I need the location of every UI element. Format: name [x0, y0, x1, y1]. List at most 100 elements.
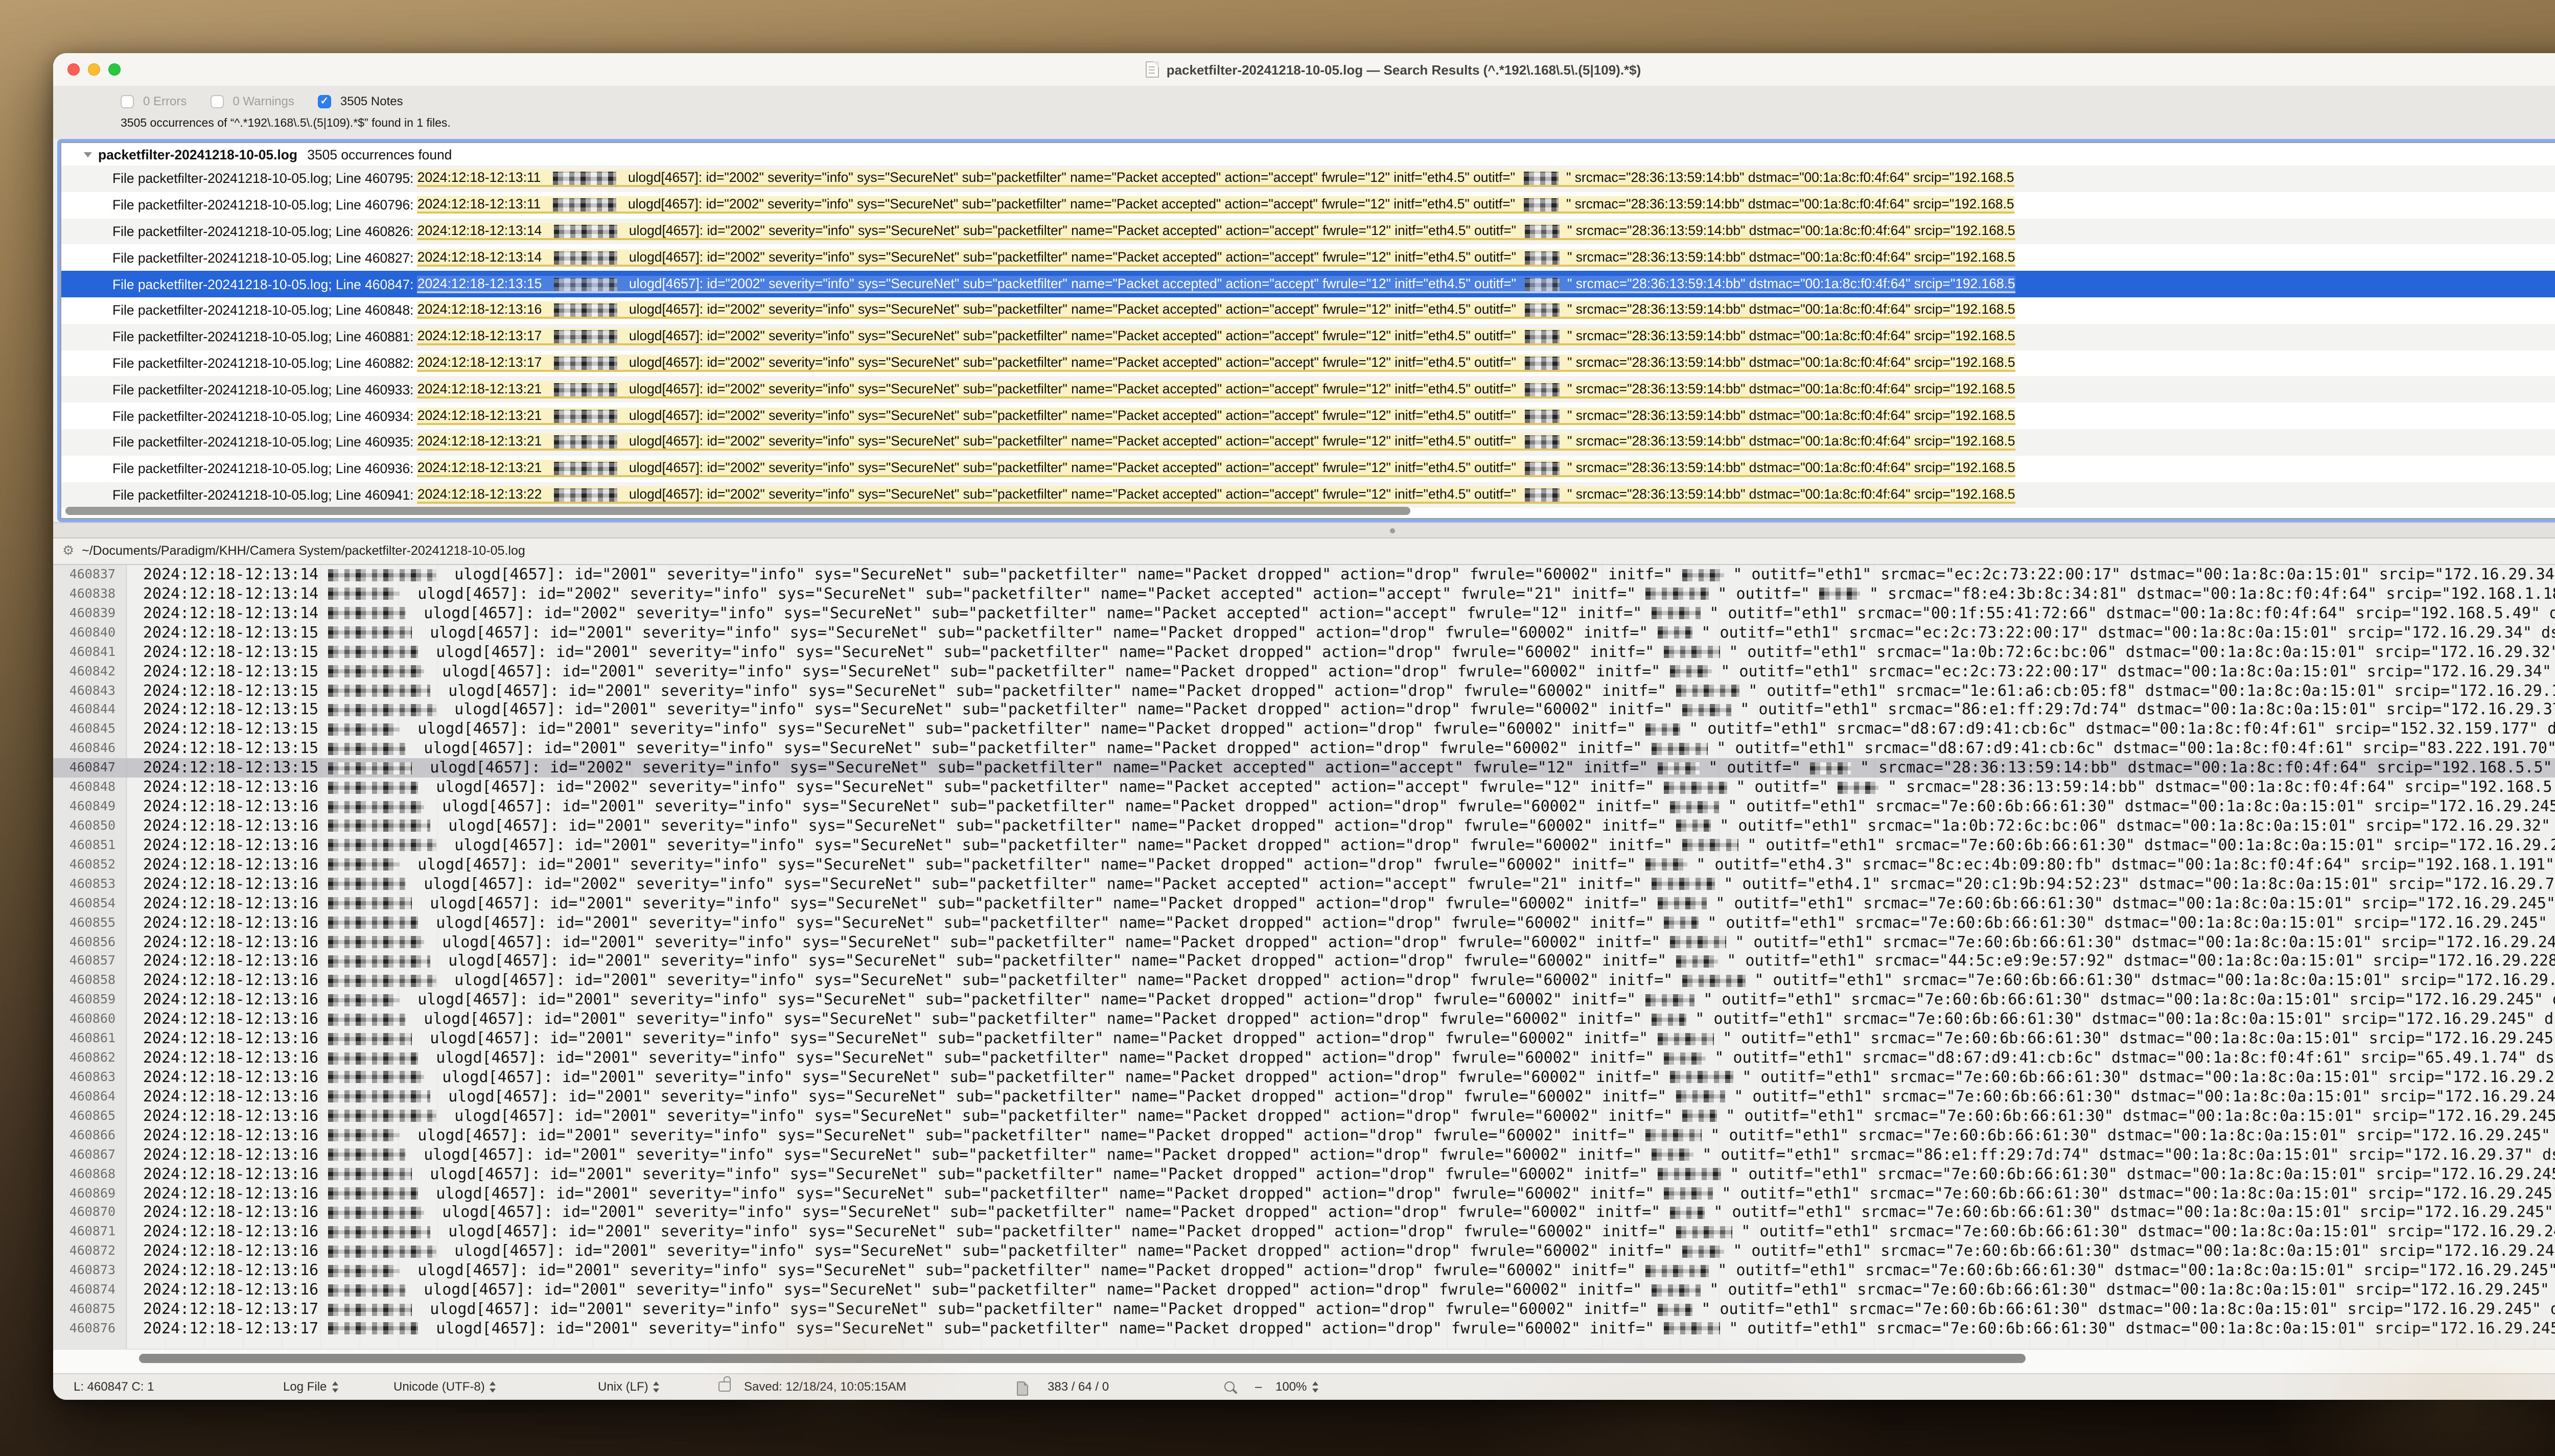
redacted-interface: [1663, 1052, 1705, 1064]
log-line[interactable]: 4608702024:12:18-12:13:16 ulogd[4657]: i…: [53, 1203, 2555, 1223]
result-row[interactable]: File packetfilter-20241218-10-05.log; Li…: [61, 218, 2555, 245]
result-row[interactable]: File packetfilter-20241218-10-05.log; Li…: [61, 271, 2555, 297]
notes-checkbox[interactable]: ✓: [318, 95, 331, 108]
log-line[interactable]: 4608482024:12:18-12:13:16 ulogd[4657]: i…: [53, 778, 2555, 797]
result-row[interactable]: File packetfilter-20241218-10-05.log; Li…: [61, 245, 2555, 271]
result-row-match: 2024:12:18-12:13:11 ulogd[4657]: id="200…: [417, 196, 2014, 214]
log-line[interactable]: 4608432024:12:18-12:13:15 ulogd[4657]: i…: [53, 681, 2555, 700]
log-line[interactable]: 4608742024:12:18-12:13:16 ulogd[4657]: i…: [53, 1280, 2555, 1300]
result-row[interactable]: File packetfilter-20241218-10-05.log; Li…: [61, 403, 2555, 429]
log-line[interactable]: 4608632024:12:18-12:13:16 ulogd[4657]: i…: [53, 1068, 2555, 1087]
log-line-text: 2024:12:18-12:13:15 ulogd[4657]: id="200…: [143, 700, 2555, 720]
log-line-text: 2024:12:18-12:13:16 ulogd[4657]: id="200…: [143, 797, 2555, 816]
log-line[interactable]: 4608512024:12:18-12:13:16 ulogd[4657]: i…: [53, 836, 2555, 855]
zoom-popup[interactable]: 100%: [1275, 1379, 1319, 1394]
close-button[interactable]: [67, 63, 80, 76]
gear-icon[interactable]: ⚙: [62, 543, 74, 559]
log-line[interactable]: 4608452024:12:18-12:13:15 ulogd[4657]: i…: [53, 720, 2555, 739]
result-row[interactable]: File packetfilter-20241218-10-05.log; Li…: [61, 324, 2555, 350]
encoding-popup[interactable]: Unicode (UTF-8): [393, 1379, 497, 1394]
result-row[interactable]: File packetfilter-20241218-10-05.log; Li…: [61, 456, 2555, 482]
warnings-label[interactable]: 0 Warnings: [233, 94, 294, 108]
log-line[interactable]: 4608642024:12:18-12:13:16 ulogd[4657]: i…: [53, 1087, 2555, 1107]
errors-checkbox[interactable]: [121, 95, 134, 108]
result-row[interactable]: File packetfilter-20241218-10-05.log; Li…: [61, 350, 2555, 377]
redacted-host: [328, 1110, 436, 1122]
editor-horizontal-scrollbar[interactable]: [139, 1354, 2026, 1363]
errors-label[interactable]: 0 Errors: [143, 94, 187, 108]
notes-label[interactable]: 3505 Notes: [340, 94, 403, 108]
log-line-text: 2024:12:18-12:13:15 ulogd[4657]: id="200…: [143, 623, 2555, 643]
title-bar[interactable]: packetfilter-20241218-10-05.log — Search…: [53, 53, 2555, 87]
line-ending-popup[interactable]: Unix (LF): [598, 1379, 661, 1394]
log-line[interactable]: 4608582024:12:18-12:13:16 ulogd[4657]: i…: [53, 971, 2555, 991]
log-line[interactable]: 4608692024:12:18-12:13:16 ulogd[4657]: i…: [53, 1184, 2555, 1203]
redacted-interface: [1523, 172, 1558, 185]
log-line[interactable]: 4608552024:12:18-12:13:16 ulogd[4657]: i…: [53, 913, 2555, 932]
file-path[interactable]: ~/Documents/Paradigm/KHH/Camera System/p…: [82, 544, 525, 558]
line-number: 460839: [53, 604, 126, 623]
results-horizontal-scrollbar[interactable]: [65, 507, 1410, 515]
log-line[interactable]: 4608442024:12:18-12:13:15 ulogd[4657]: i…: [53, 700, 2555, 720]
log-line[interactable]: 4608732024:12:18-12:13:16 ulogd[4657]: i…: [53, 1261, 2555, 1280]
results-file-header[interactable]: packetfilter-20241218-10-05.log 3505 occ…: [61, 143, 2555, 166]
result-row[interactable]: File packetfilter-20241218-10-05.log; Li…: [61, 166, 2555, 192]
log-line-text: 2024:12:18-12:13:16 ulogd[4657]: id="200…: [143, 1107, 2555, 1126]
result-row[interactable]: File packetfilter-20241218-10-05.log; Li…: [61, 429, 2555, 456]
log-line-text: 2024:12:18-12:13:16 ulogd[4657]: id="200…: [143, 952, 2555, 971]
redacted-host: [328, 897, 411, 909]
log-line[interactable]: 4608762024:12:18-12:13:17 ulogd[4657]: i…: [53, 1319, 2555, 1338]
log-line[interactable]: 4608682024:12:18-12:13:16 ulogd[4657]: i…: [53, 1164, 2555, 1184]
log-line[interactable]: 4608492024:12:18-12:13:16 ulogd[4657]: i…: [53, 797, 2555, 816]
result-row[interactable]: File packetfilter-20241218-10-05.log; Li…: [61, 377, 2555, 403]
log-line[interactable]: 4608502024:12:18-12:13:16 ulogd[4657]: i…: [53, 816, 2555, 836]
magnifier-icon[interactable]: [1224, 1381, 1241, 1392]
zoom-button[interactable]: [108, 63, 121, 76]
minimize-button[interactable]: [88, 63, 100, 76]
line-number: 460842: [53, 662, 126, 681]
redacted-interface: [1663, 646, 1720, 658]
log-line[interactable]: 4608542024:12:18-12:13:16 ulogd[4657]: i…: [53, 894, 2555, 913]
redacted-interface: [1651, 878, 1714, 890]
log-line[interactable]: 4608602024:12:18-12:13:16 ulogd[4657]: i…: [53, 1009, 2555, 1029]
redacted-interface: [1524, 225, 1559, 238]
log-line[interactable]: 4608422024:12:18-12:13:15 ulogd[4657]: i…: [53, 662, 2555, 681]
log-line[interactable]: 4608752024:12:18-12:13:17 ulogd[4657]: i…: [53, 1300, 2555, 1319]
log-line[interactable]: 4608392024:12:18-12:13:14 ulogd[4657]: i…: [53, 604, 2555, 623]
log-line[interactable]: 4608612024:12:18-12:13:16 ulogd[4657]: i…: [53, 1029, 2555, 1048]
filetype-popup[interactable]: Log File: [283, 1379, 339, 1394]
log-line[interactable]: 4608712024:12:18-12:13:16 ulogd[4657]: i…: [53, 1223, 2555, 1242]
log-line[interactable]: 4608572024:12:18-12:13:16 ulogd[4657]: i…: [53, 952, 2555, 971]
result-row[interactable]: File packetfilter-20241218-10-05.log; Li…: [61, 192, 2555, 219]
warnings-checkbox[interactable]: [210, 95, 223, 108]
log-line[interactable]: 4608472024:12:18-12:13:15 ulogd[4657]: i…: [53, 758, 2555, 778]
log-line[interactable]: 4608372024:12:18-12:13:14 ulogd[4657]: i…: [53, 565, 2555, 584]
pane-splitter[interactable]: [53, 522, 2555, 538]
log-line[interactable]: 4608412024:12:18-12:13:15 ulogd[4657]: i…: [53, 642, 2555, 662]
log-line[interactable]: 4608562024:12:18-12:13:16 ulogd[4657]: i…: [53, 932, 2555, 952]
zoom-out-label[interactable]: –: [1255, 1379, 1262, 1394]
log-line[interactable]: 4608402024:12:18-12:13:15 ulogd[4657]: i…: [53, 623, 2555, 643]
log-line[interactable]: 4608662024:12:18-12:13:16 ulogd[4657]: i…: [53, 1125, 2555, 1145]
log-line[interactable]: 4608622024:12:18-12:13:16 ulogd[4657]: i…: [53, 1048, 2555, 1068]
log-line[interactable]: 4608722024:12:18-12:13:16 ulogd[4657]: i…: [53, 1242, 2555, 1261]
log-editor[interactable]: 4608372024:12:18-12:13:14 ulogd[4657]: i…: [53, 565, 2555, 1349]
desktop: packetfilter-20241218-10-05.log — Search…: [0, 0, 2555, 1456]
line-number: 460847: [53, 758, 126, 778]
line-number: 460868: [53, 1164, 126, 1184]
log-line[interactable]: 4608592024:12:18-12:13:16 ulogd[4657]: i…: [53, 991, 2555, 1010]
log-line[interactable]: 4608522024:12:18-12:13:16 ulogd[4657]: i…: [53, 855, 2555, 875]
lock-icon[interactable]: [718, 1376, 731, 1392]
disclosure-triangle-icon[interactable]: [84, 152, 92, 157]
log-line[interactable]: 4608532024:12:18-12:13:16 ulogd[4657]: i…: [53, 875, 2555, 894]
log-line[interactable]: 4608652024:12:18-12:13:16 ulogd[4657]: i…: [53, 1107, 2555, 1126]
log-line-text: 2024:12:18-12:13:16 ulogd[4657]: id="200…: [143, 816, 2555, 836]
log-line[interactable]: 4608382024:12:18-12:13:14 ulogd[4657]: i…: [53, 584, 2555, 604]
redacted-interface: [1657, 627, 1692, 639]
log-line[interactable]: 4608462024:12:18-12:13:15 ulogd[4657]: i…: [53, 739, 2555, 759]
result-row[interactable]: File packetfilter-20241218-10-05.log; Li…: [61, 297, 2555, 324]
redacted-interface: [1669, 1071, 1733, 1084]
result-row[interactable]: File packetfilter-20241218-10-05.log; Li…: [61, 482, 2555, 508]
redacted-interface: [1657, 1032, 1713, 1045]
log-line[interactable]: 4608672024:12:18-12:13:16 ulogd[4657]: i…: [53, 1145, 2555, 1164]
